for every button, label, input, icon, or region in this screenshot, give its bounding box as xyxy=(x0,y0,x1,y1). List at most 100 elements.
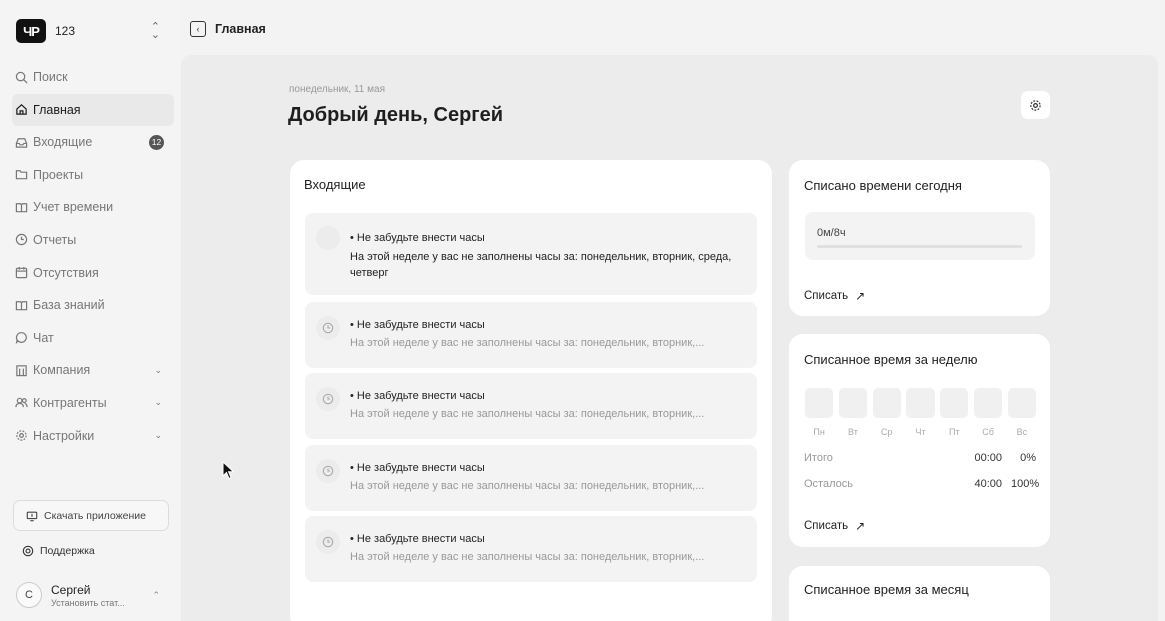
sidebar-item-time-tracking[interactable]: Учет времени xyxy=(12,191,174,223)
message-avatar xyxy=(316,226,340,250)
week-time-title: Списанное время за неделю xyxy=(804,352,978,367)
sidebar-item-counterparties[interactable]: Контрагенты ⌄ xyxy=(12,387,174,419)
message-body: На этой неделе у вас не заполнены часы з… xyxy=(350,408,705,420)
support-link[interactable]: Поддержка xyxy=(22,545,95,557)
message-title: • Не забудьте внести часы xyxy=(350,232,485,244)
weekday-cell[interactable]: Вс xyxy=(1007,388,1037,437)
home-icon xyxy=(14,103,28,117)
page-title: Главная xyxy=(215,22,266,36)
collapse-sidebar-icon[interactable]: ‹ xyxy=(190,21,206,37)
sidebar-item-company[interactable]: Компания ⌄ xyxy=(12,354,174,386)
chevron-down-icon[interactable]: ⌄ xyxy=(154,397,162,408)
write-off-today-link[interactable]: Списать ↗ xyxy=(804,289,865,303)
chevron-down-icon[interactable]: ⌄ xyxy=(154,430,162,441)
sidebar-item-label: Чат xyxy=(33,330,54,345)
user-name: Сергей xyxy=(51,582,91,597)
org-name: 123 xyxy=(55,24,76,38)
weekday-label: Пт xyxy=(949,427,960,437)
avatar: С xyxy=(16,582,42,608)
message-body: На этой неделе у вас не заполнены часы з… xyxy=(350,551,705,563)
chevron-up-down-icon[interactable]: ⌃ ⌄ xyxy=(151,22,160,41)
sidebar-item-search[interactable]: Поиск xyxy=(12,61,174,93)
sidebar-item-inbox[interactable]: Входящие 12 xyxy=(12,126,174,158)
sidebar-item-label: Поиск xyxy=(33,70,68,84)
weekday-cell[interactable]: Чт xyxy=(906,388,935,437)
folder-icon xyxy=(14,168,28,182)
clock-icon xyxy=(316,316,340,340)
chevron-up-icon[interactable]: ⌃ xyxy=(152,590,160,601)
inbox-message[interactable]: • Не забудьте внести часы На этой неделе… xyxy=(305,445,757,511)
weekday-label: Чт xyxy=(915,427,926,437)
book-open-icon xyxy=(14,298,28,312)
message-title: • Не забудьте внести часы xyxy=(350,319,485,331)
week-remaining-row: Осталось 40:00 100% xyxy=(804,478,1040,490)
chevron-down-icon[interactable]: ⌄ xyxy=(154,365,162,376)
inbox-message[interactable]: • Не забудьте внести часы На этой неделе… xyxy=(305,213,757,295)
inbox-message[interactable]: • Не забудьте внести часы На этой неделе… xyxy=(305,373,757,439)
weekday-label: Ср xyxy=(880,427,893,437)
message-body: На этой неделе у вас не заполнены часы з… xyxy=(350,251,732,279)
week-remaining-time: 40:00 xyxy=(974,478,1002,490)
sidebar-item-settings[interactable]: Настройки ⌄ xyxy=(12,420,174,452)
sidebar-item-knowledge-base[interactable]: База знаний xyxy=(12,289,174,321)
today-time-card: Списано времени сегодня 0м/8ч Списать ↗ xyxy=(789,160,1050,316)
today-time-box: 0м/8ч xyxy=(805,212,1035,260)
gear-icon xyxy=(14,429,28,443)
weekday-label: Сб xyxy=(982,427,994,437)
weekday-box xyxy=(838,388,868,418)
weekday-cell[interactable]: Пн xyxy=(805,388,834,437)
sidebar-nav: Поиск Главная Входящие 12 Проекты Учет в… xyxy=(12,61,174,452)
write-off-label: Списать xyxy=(804,520,849,532)
sidebar-item-chat[interactable]: Чат xyxy=(12,322,174,354)
sidebar-item-label: Учет времени xyxy=(33,200,114,215)
week-time-card: Списанное время за неделю Пн Вт Ср Чт Пт… xyxy=(789,334,1050,547)
weekday-cell[interactable]: Вт xyxy=(838,388,868,437)
download-app-label: Скачать приложение xyxy=(44,509,147,522)
inbox-message[interactable]: • Не забудьте внести часы На этой неделе… xyxy=(305,302,757,368)
support-label: Поддержка xyxy=(40,545,95,557)
arrow-up-right-icon: ↗ xyxy=(855,289,866,303)
today-progress-bar xyxy=(817,245,1022,248)
write-off-week-link[interactable]: Списать ↗ xyxy=(804,519,865,533)
sidebar-item-projects[interactable]: Проекты xyxy=(12,159,174,191)
sidebar-item-home[interactable]: Главная xyxy=(12,93,174,126)
inbox-message[interactable]: • Не забудьте внести часы На этой неделе… xyxy=(305,516,757,582)
week-total-time: 00:00 xyxy=(974,452,1002,464)
sidebar: ЧР 123 ⌃ ⌄ Поиск Главная Входящие 12 Прое… xyxy=(0,0,180,621)
weekday-label: Вт xyxy=(848,427,858,437)
app-window: ЧР 123 ⌃ ⌄ Поиск Главная Входящие 12 Прое… xyxy=(0,0,1165,621)
today-time-value: 0м/8ч xyxy=(817,227,846,239)
weekday-cell[interactable]: Сб xyxy=(973,388,1003,437)
week-total-percent: 0% xyxy=(1020,452,1036,464)
sidebar-item-absences[interactable]: Отсутствия xyxy=(12,257,174,289)
lifebuoy-icon xyxy=(22,545,34,557)
current-date: понедельник, 11 мая xyxy=(289,84,386,95)
message-title: • Не забудьте внести часы xyxy=(350,533,485,545)
dashboard-settings-button[interactable] xyxy=(1021,91,1050,119)
sidebar-item-reports[interactable]: Отчеты xyxy=(12,224,174,256)
org-switcher[interactable]: ЧР 123 ⌃ ⌄ xyxy=(16,18,166,44)
weekday-cell[interactable]: Пт xyxy=(940,388,969,437)
download-app-button[interactable]: Скачать приложение xyxy=(13,500,169,531)
sidebar-item-label: Отсутствия xyxy=(33,265,99,280)
weekday-cell[interactable]: Ср xyxy=(872,388,901,437)
message-body: На этой неделе у вас не заполнены часы з… xyxy=(350,337,705,349)
user-menu[interactable]: С Сергей Установить стат... ⌃ xyxy=(16,576,174,614)
month-time-title: Списанное время за месяц xyxy=(804,582,969,597)
weekday-label: Вс xyxy=(1016,427,1028,437)
week-remaining-percent: 100% xyxy=(1011,478,1040,490)
weekday-box xyxy=(1007,388,1037,418)
inbox-title: Входящие xyxy=(304,177,366,192)
write-off-label: Списать xyxy=(804,290,849,302)
search-icon xyxy=(14,70,28,84)
gear-icon xyxy=(1030,99,1041,111)
mouse-cursor-icon xyxy=(222,461,235,480)
weekday-grid: Пн Вт Ср Чт Пт Сб Вс xyxy=(805,388,1037,437)
user-status[interactable]: Установить стат... xyxy=(51,598,125,608)
sidebar-item-label: Контрагенты xyxy=(33,395,107,410)
chat-icon xyxy=(14,331,28,345)
inbox-icon xyxy=(14,135,28,149)
month-time-card: Списанное время за месяц xyxy=(789,566,1050,621)
weekday-box xyxy=(872,388,901,418)
message-body: На этой неделе у вас не заполнены часы з… xyxy=(350,480,705,492)
